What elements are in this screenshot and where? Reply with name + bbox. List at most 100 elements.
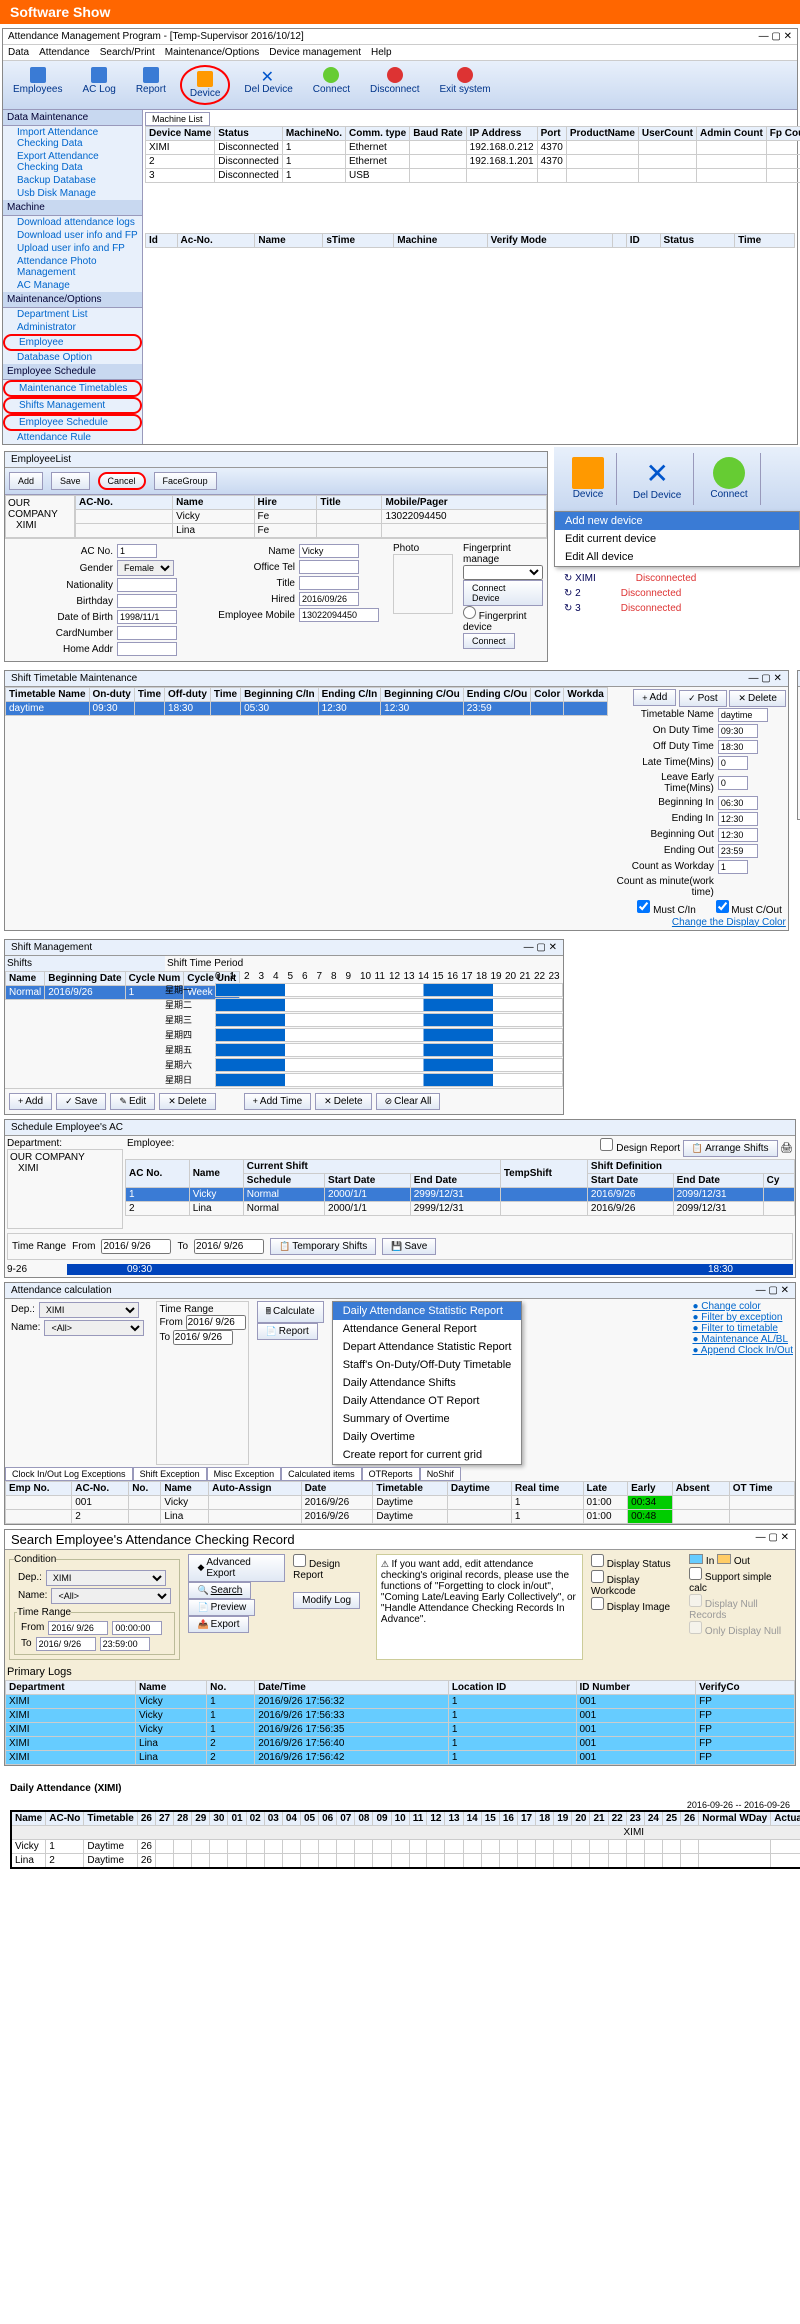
si-admin[interactable]: Administrator (3, 321, 142, 334)
f-eo[interactable] (718, 844, 758, 858)
cb-co[interactable] (716, 900, 729, 913)
tb-deldevice[interactable]: ✕Del Device (238, 65, 298, 105)
si-upuser[interactable]: Upload user info and FP (3, 242, 142, 255)
cb-ci[interactable] (637, 900, 650, 913)
si-ar[interactable]: Attendance Rule (3, 431, 142, 444)
dept-tree[interactable]: OUR COMPANYXIMI (7, 1149, 123, 1229)
si-backup[interactable]: Backup Database (3, 174, 142, 187)
name-input[interactable] (299, 544, 359, 558)
si-downuser[interactable]: Download user info and FP (3, 229, 142, 242)
ctx-add[interactable]: Add new device (555, 512, 799, 530)
si-export[interactable]: Export Attendance Checking Data (3, 150, 142, 174)
btn-tt-post[interactable]: ✓ Post (679, 690, 727, 707)
si-dept[interactable]: Department List (3, 308, 142, 321)
company-tree[interactable]: OUR COMPANY XIMI (5, 495, 75, 538)
fp-dev-select[interactable] (463, 565, 543, 580)
menu-attendance[interactable]: Attendance (39, 47, 90, 58)
s-from-d[interactable] (48, 1621, 108, 1635)
ctx-editall[interactable]: Edit All device (555, 548, 799, 566)
calc-from[interactable] (186, 1315, 246, 1330)
tb-exit[interactable]: Exit system (434, 65, 497, 105)
big-deldevice[interactable]: ✕Del Device (621, 453, 694, 505)
sm-add[interactable]: + Add (9, 1093, 52, 1110)
nat-input[interactable] (117, 578, 177, 592)
tr-from[interactable] (101, 1239, 171, 1254)
btn-calc[interactable]: 🖩 Calculate (257, 1301, 324, 1323)
sm-clear[interactable]: ⊘ Clear All (376, 1093, 441, 1110)
s-from-t[interactable] (112, 1621, 162, 1635)
tb-connect[interactable]: Connect (307, 65, 356, 105)
btn-connect-device[interactable]: Connect Device (463, 580, 543, 606)
btn-mod[interactable]: Modify Log (293, 1592, 360, 1609)
btn-add[interactable]: Add (9, 472, 43, 490)
sm-edit[interactable]: ✎ Edit (110, 1093, 155, 1110)
f-leave[interactable] (718, 776, 748, 790)
tb-employees[interactable]: Employees (7, 65, 68, 105)
menu-data[interactable]: Data (8, 47, 29, 58)
menu-help[interactable]: Help (371, 47, 392, 58)
btn-temp[interactable]: 📋 Temporary Shifts (270, 1238, 376, 1255)
cb-ssc[interactable] (689, 1567, 702, 1580)
tb-report[interactable]: Report (130, 65, 172, 105)
si-usb[interactable]: Usb Disk Manage (3, 187, 142, 200)
btn-prev[interactable]: 📄 Preview (188, 1599, 255, 1616)
btn-report[interactable]: 📄 Report (257, 1323, 318, 1340)
s-dep[interactable]: XIMI (46, 1570, 166, 1586)
menu-device[interactable]: Device management (269, 47, 361, 58)
calc-to[interactable] (173, 1330, 233, 1345)
tb-disconnect[interactable]: Disconnect (364, 65, 425, 105)
device-context-menu[interactable]: Add new device Edit current device Edit … (554, 511, 800, 567)
si-db[interactable]: Database Option (3, 351, 142, 364)
btn-save-tr[interactable]: 💾 Save (382, 1238, 436, 1255)
tab-machine-list[interactable]: Machine List (145, 112, 210, 126)
big-connect[interactable]: Connect (698, 453, 760, 505)
otel-input[interactable] (299, 560, 359, 574)
si-acmanage[interactable]: AC Manage (3, 279, 142, 292)
change-color-link[interactable]: Change the Display Color (610, 917, 786, 928)
btn-search[interactable]: 🔍 Search (188, 1582, 251, 1599)
btn-cancel[interactable]: Cancel (98, 472, 146, 490)
tb-device[interactable]: Device (180, 65, 231, 105)
f-bi[interactable] (718, 796, 758, 810)
acno-input[interactable] (117, 544, 157, 558)
sm-save[interactable]: ✓ Save (56, 1093, 106, 1110)
report-menu[interactable]: Daily Attendance Statistic ReportAttenda… (332, 1301, 523, 1465)
card-input[interactable] (117, 626, 177, 640)
birth-input[interactable] (117, 594, 177, 608)
cb-dw[interactable] (591, 1570, 604, 1583)
si-es[interactable]: Employee Schedule (3, 414, 142, 431)
cb-des[interactable] (293, 1554, 306, 1567)
calc-dep[interactable]: XIMI (39, 1302, 139, 1318)
s-to-t[interactable] (100, 1637, 150, 1651)
f-bo[interactable] (718, 828, 758, 842)
hired-input[interactable] (299, 592, 359, 606)
sm-del[interactable]: ✕ Delete (159, 1093, 215, 1110)
s-to-d[interactable] (36, 1637, 96, 1651)
big-device[interactable]: Device (560, 453, 617, 505)
f-ei[interactable] (718, 812, 758, 826)
sm-addt[interactable]: + Add Time (244, 1093, 312, 1110)
tr-to[interactable] (194, 1239, 264, 1254)
s-name[interactable]: <All> (51, 1588, 171, 1604)
btn-arrange[interactable]: 📋 Arrange Shifts (683, 1140, 778, 1157)
menu-search[interactable]: Search/Print (100, 47, 155, 58)
si-tt[interactable]: Maintenance Timetables (3, 380, 142, 397)
btn-adv[interactable]: ◆ Advanced Export (188, 1554, 285, 1582)
menubar[interactable]: Data Attendance Search/Print Maintenance… (3, 45, 797, 61)
gender-select[interactable]: Female (117, 560, 174, 576)
f-off[interactable] (718, 740, 758, 754)
cb-ds[interactable] (591, 1554, 604, 1567)
menu-maintenance[interactable]: Maintenance/Options (165, 47, 260, 58)
si-downlogs[interactable]: Download attendance logs (3, 216, 142, 229)
cb-di[interactable] (591, 1597, 604, 1610)
btn-save[interactable]: Save (51, 472, 90, 490)
f-late[interactable] (718, 756, 748, 770)
ctx-edit[interactable]: Edit current device (555, 530, 799, 548)
f-tn[interactable] (718, 708, 768, 722)
f-wk[interactable] (718, 860, 748, 874)
dob-input[interactable] (117, 610, 177, 624)
btn-tt-del[interactable]: ✕ Delete (729, 690, 785, 707)
si-photo[interactable]: Attendance Photo Management (3, 255, 142, 279)
title-input[interactable] (299, 576, 359, 590)
si-sm[interactable]: Shifts Management (3, 397, 142, 414)
